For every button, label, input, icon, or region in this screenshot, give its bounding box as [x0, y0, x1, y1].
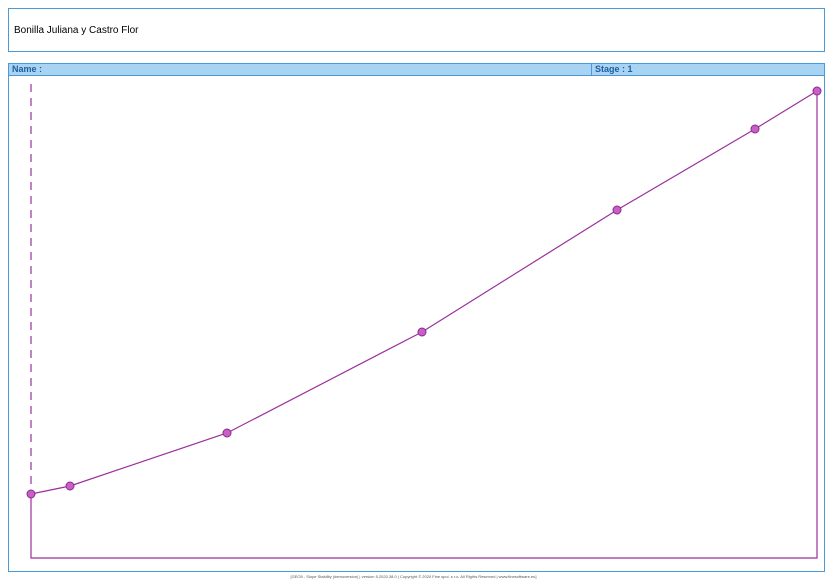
slope-profile-canvas [26, 84, 822, 559]
profile-points [26, 86, 822, 499]
profile-point-6[interactable] [750, 124, 760, 134]
footer-copyright: [GEO5 - Slope Stability (demoversion) | … [290, 574, 537, 579]
profile-point-7[interactable] [812, 86, 822, 96]
profile-point-4[interactable] [417, 327, 427, 337]
slope-boundary-polyline [30, 91, 818, 559]
terrain-profile-line [30, 90, 818, 495]
profile-point-5[interactable] [612, 205, 622, 215]
profile-point-3[interactable] [222, 428, 232, 438]
profile-point-2[interactable] [65, 481, 75, 491]
profile-point-1[interactable] [26, 489, 36, 499]
